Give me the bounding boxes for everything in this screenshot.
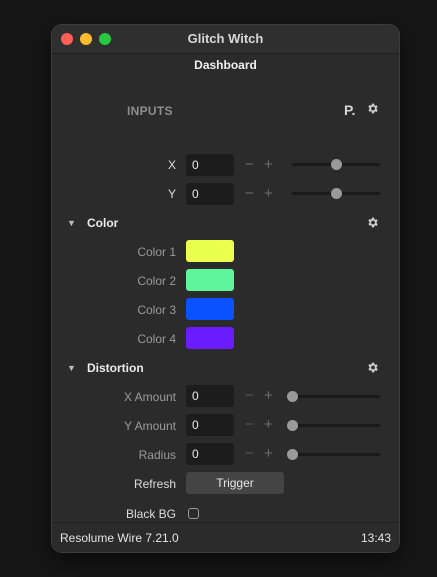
color-1-swatch[interactable]	[186, 240, 234, 262]
x-amount-slider-handle[interactable]	[286, 391, 298, 402]
color-4-label: Color 4	[137, 332, 176, 346]
x-amount-value-field[interactable]: 0	[186, 385, 234, 407]
window-title: Glitch Witch	[187, 31, 264, 46]
x-decrement-button[interactable]: −	[245, 157, 254, 173]
status-bar: Resolume Wire 7.21.0 13:43	[52, 522, 399, 552]
y-amount-increment-button[interactable]: +	[264, 417, 273, 433]
app-window: Glitch Witch Dashboard INPUTS P. X 0 − +…	[52, 25, 399, 552]
color-3-swatch[interactable]	[186, 298, 234, 320]
radius-value-field[interactable]: 0	[186, 443, 234, 465]
tab-dashboard[interactable]: Dashboard	[52, 58, 399, 72]
trigger-button[interactable]: Trigger	[186, 472, 284, 494]
x-amount-slider-track[interactable]	[292, 395, 380, 398]
clock: 13:43	[360, 531, 391, 545]
inputs-header: INPUTS	[127, 104, 173, 118]
title-bar[interactable]: Glitch Witch	[52, 25, 399, 54]
radius-increment-button[interactable]: +	[264, 446, 273, 462]
distortion-collapse-triangle-icon[interactable]: ▼	[67, 363, 76, 373]
dashboard-content: INPUTS P. X 0 − + Y 0 − + ▼ Color Color …	[52, 78, 399, 522]
y-increment-button[interactable]: +	[264, 186, 273, 202]
x-label: X	[167, 158, 176, 172]
y-amount-slider-track[interactable]	[292, 424, 380, 427]
color-4-swatch[interactable]	[186, 327, 234, 349]
x-amount-label: X Amount	[123, 390, 176, 404]
x-amount-increment-button[interactable]: +	[264, 388, 273, 404]
x-slider-handle[interactable]	[330, 159, 342, 170]
color-collapse-triangle-icon[interactable]: ▼	[67, 218, 76, 228]
x-amount-decrement-button[interactable]: −	[245, 388, 254, 404]
black-bg-checkbox[interactable]	[188, 508, 199, 519]
y-value-field[interactable]: 0	[186, 183, 234, 205]
refresh-label: Refresh	[133, 477, 176, 491]
black-bg-label: Black BG	[125, 507, 176, 521]
y-slider-handle[interactable]	[330, 188, 342, 199]
y-amount-label: Y Amount	[124, 419, 176, 433]
color-3-label: Color 3	[137, 303, 176, 317]
radius-slider-track[interactable]	[292, 453, 380, 456]
x-value-field[interactable]: 0	[186, 154, 234, 176]
color-section-title[interactable]: Color	[87, 216, 118, 230]
y-amount-value-field[interactable]: 0	[186, 414, 234, 436]
p-param-icon[interactable]: P.	[344, 102, 355, 118]
distortion-section-title[interactable]: Distortion	[87, 361, 144, 375]
tab-bar: Dashboard	[52, 54, 399, 78]
y-label: Y	[167, 187, 176, 201]
x-increment-button[interactable]: +	[264, 157, 273, 173]
color-2-label: Color 2	[137, 274, 176, 288]
gear-icon[interactable]	[366, 216, 379, 229]
gear-icon[interactable]	[366, 361, 379, 374]
color-1-label: Color 1	[137, 245, 176, 259]
radius-decrement-button[interactable]: −	[245, 446, 254, 462]
y-amount-decrement-button[interactable]: −	[245, 417, 254, 433]
radius-slider-handle[interactable]	[286, 449, 298, 460]
color-2-swatch[interactable]	[186, 269, 234, 291]
y-decrement-button[interactable]: −	[245, 186, 254, 202]
app-version: Resolume Wire 7.21.0	[60, 531, 179, 545]
gear-icon[interactable]	[366, 102, 379, 115]
y-amount-slider-handle[interactable]	[286, 420, 298, 431]
radius-label: Radius	[138, 448, 176, 462]
